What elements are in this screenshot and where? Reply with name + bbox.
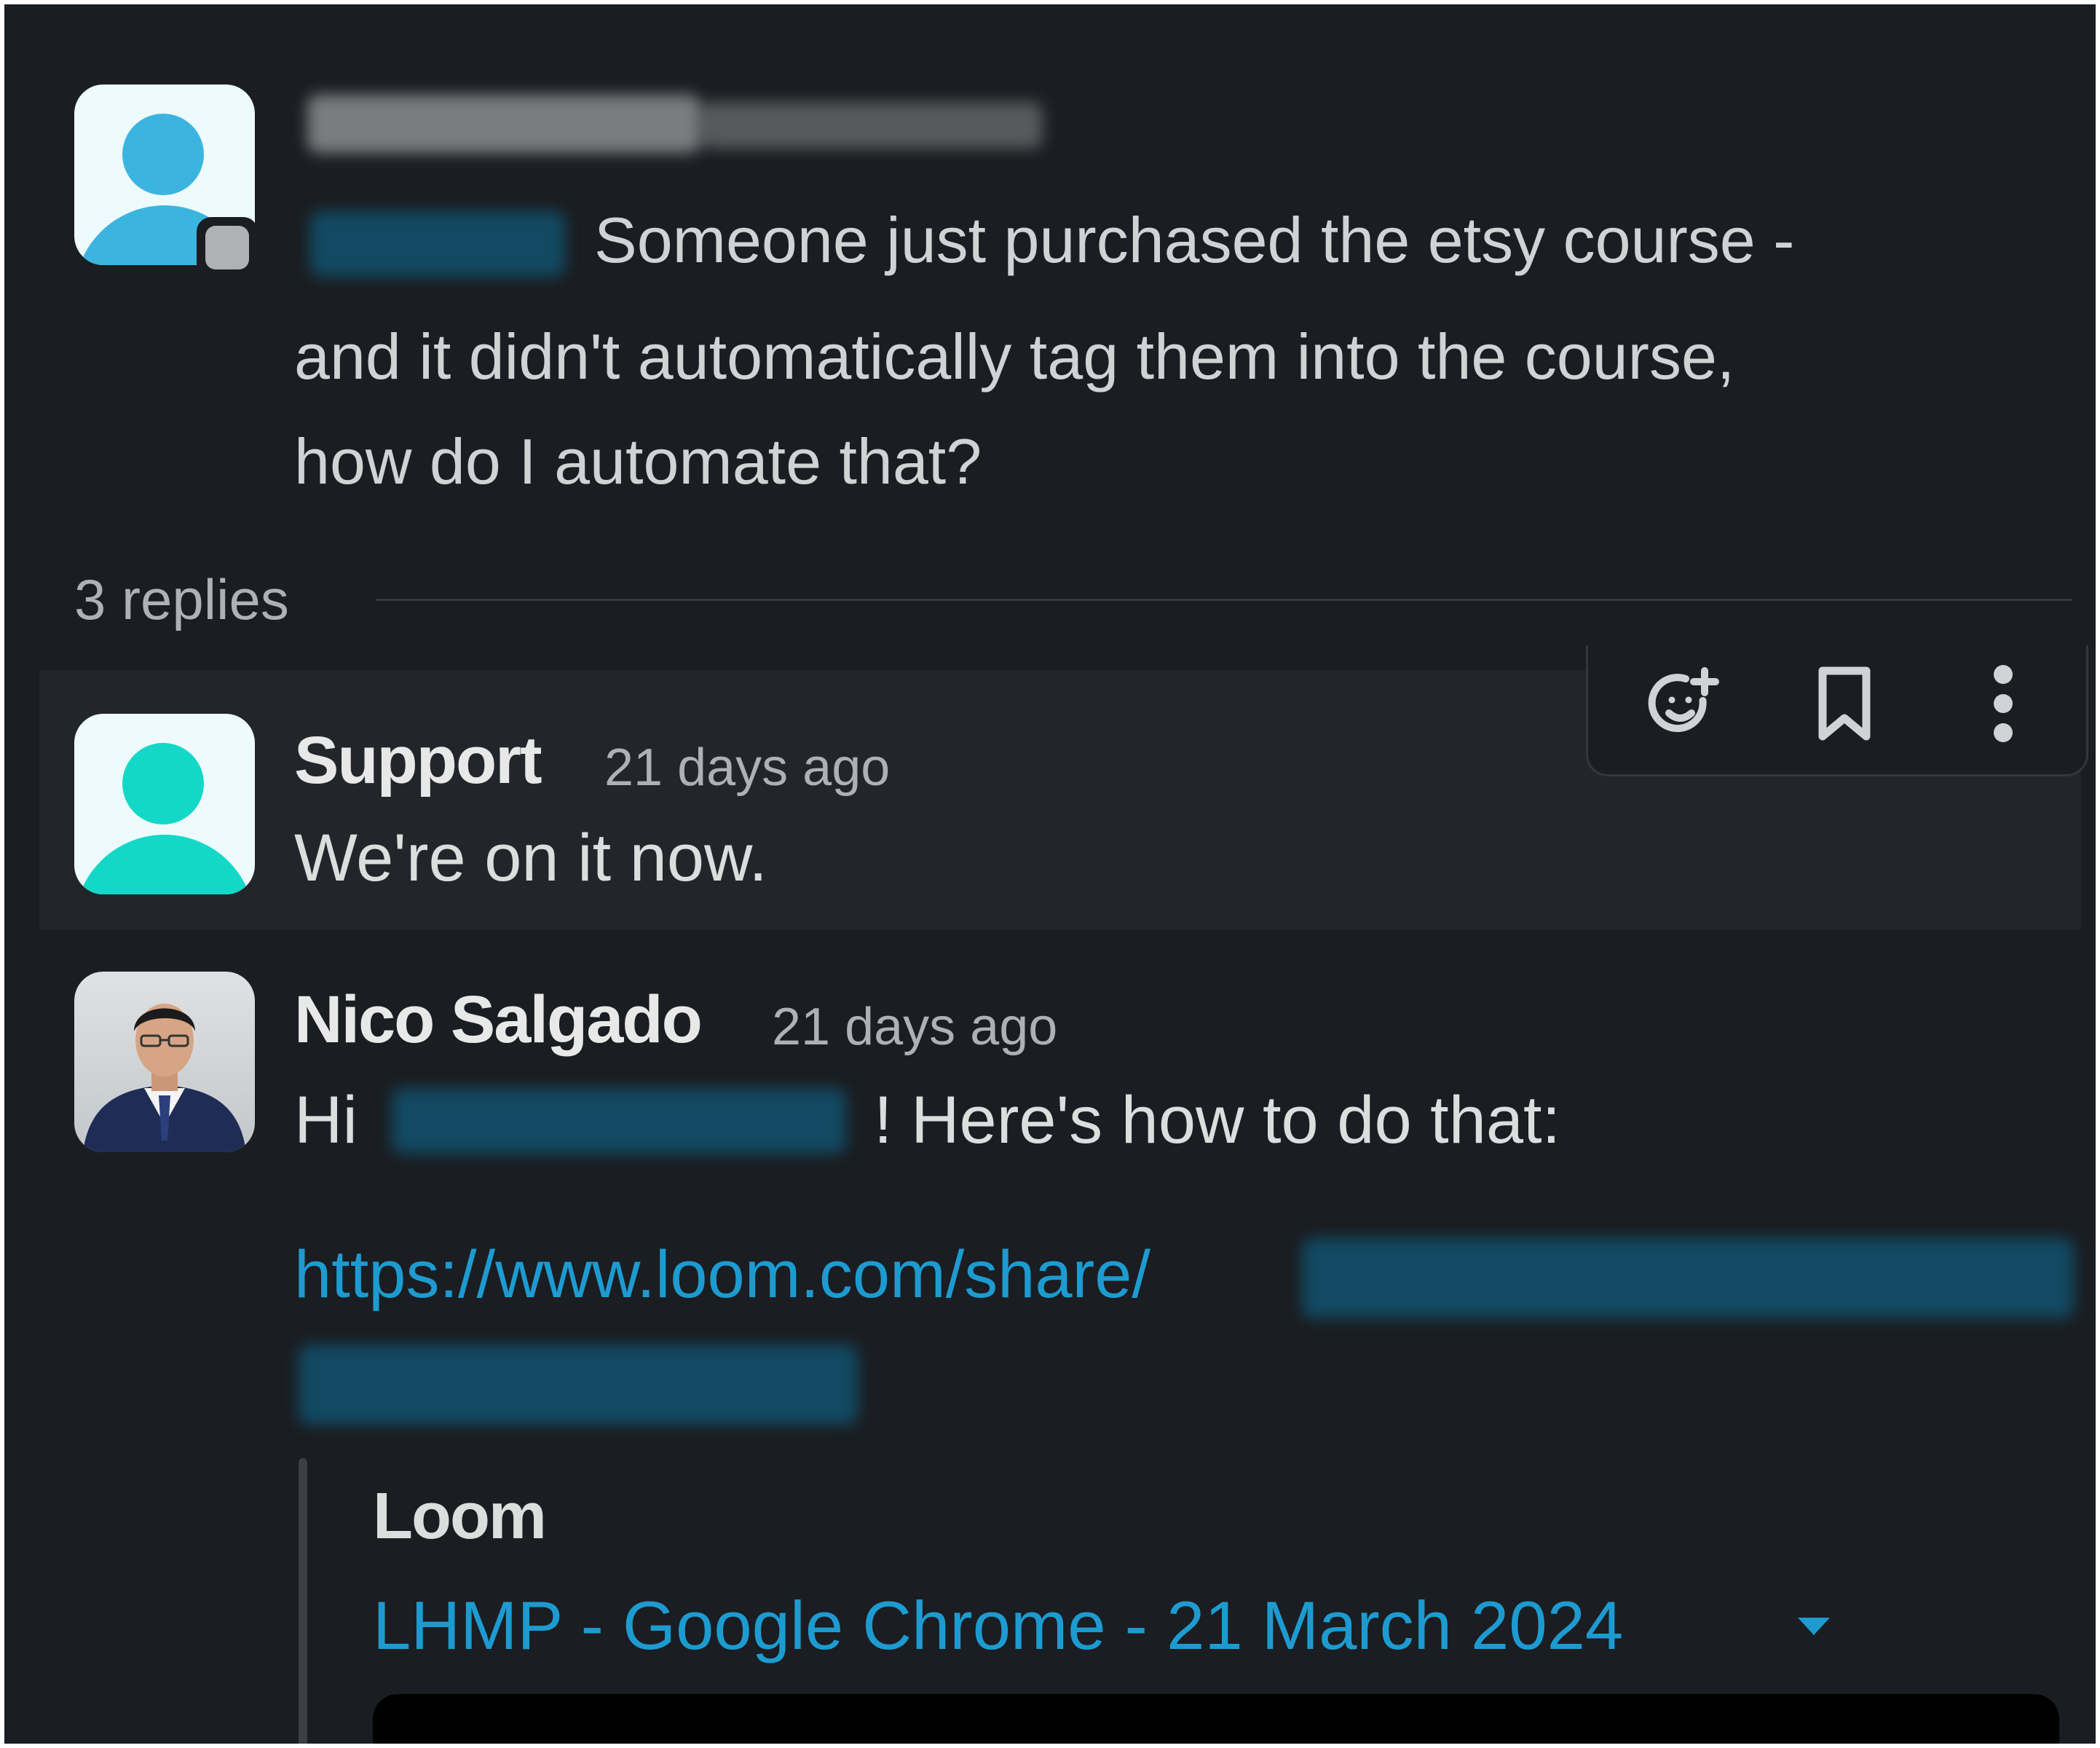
redacted-author-name bbox=[293, 66, 1101, 182]
add-reaction-button[interactable] bbox=[1625, 645, 1741, 762]
thread-pane: Someone just purchased the etsy course -… bbox=[4, 4, 2096, 1744]
reply-author[interactable]: Support bbox=[294, 709, 542, 811]
parent-message-line-3: how do I automate that? bbox=[294, 425, 982, 497]
more-actions-button[interactable] bbox=[1945, 645, 2061, 762]
bookmark-icon bbox=[1818, 666, 1871, 741]
unfurl-collapse-toggle[interactable] bbox=[1781, 1599, 1847, 1650]
loom-link[interactable]: https://www.loom.com/share/ bbox=[294, 1218, 1150, 1331]
reply-timestamp[interactable]: 21 days ago bbox=[772, 983, 1057, 1071]
profile-photo-icon bbox=[83, 1004, 246, 1152]
redacted-mention bbox=[293, 182, 584, 304]
reply-timestamp[interactable]: 21 days ago bbox=[604, 724, 890, 811]
reply-text: We're on it now. bbox=[294, 821, 767, 895]
message-actions-toolbar bbox=[1586, 645, 2088, 776]
support-avatar[interactable] bbox=[74, 714, 255, 894]
save-message-button[interactable] bbox=[1786, 645, 1903, 762]
reply-author[interactable]: Nico Salgado bbox=[294, 969, 703, 1071]
replies-divider bbox=[376, 599, 2072, 601]
unfurl-source: Loom bbox=[373, 1480, 547, 1553]
more-actions-icon bbox=[1994, 665, 2013, 742]
presence-indicator bbox=[197, 217, 258, 278]
parent-message-line-1: Someone just purchased the etsy course - bbox=[594, 204, 1795, 276]
redacted-mention bbox=[374, 1059, 865, 1181]
nico-avatar[interactable] bbox=[74, 972, 255, 1152]
replies-count: 3 replies bbox=[74, 567, 289, 631]
reply-greeting-tail: ! Here's how to do that: bbox=[874, 1083, 1561, 1157]
unfurl-accent-bar bbox=[299, 1458, 307, 1744]
reply-greeting: Hi bbox=[294, 1083, 358, 1157]
add-reaction-icon bbox=[1648, 667, 1719, 733]
video-preview[interactable] bbox=[373, 1694, 2059, 1744]
redacted-link-part-2 bbox=[288, 1315, 868, 1446]
caret-down-icon bbox=[1798, 1618, 1830, 1635]
redacted-link-part-1 bbox=[1289, 1216, 2084, 1345]
unfurl-title[interactable]: LHMP - Google Chrome - 21 March 2024 bbox=[373, 1582, 1623, 1669]
parent-message-line-2: and it didn't automatically tag them int… bbox=[294, 320, 1735, 393]
